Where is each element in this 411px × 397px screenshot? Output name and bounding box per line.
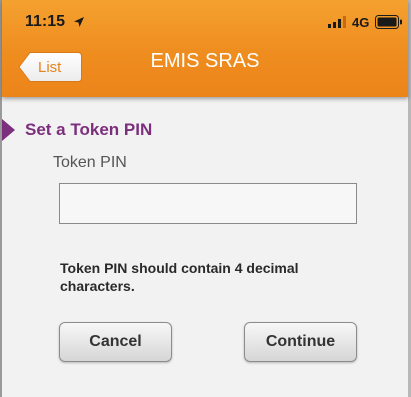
pin-hint-text: Token PIN should contain 4 decimal chara…	[60, 260, 299, 294]
page-title: EMIS SRAS	[150, 50, 260, 72]
battery-icon	[375, 15, 402, 29]
cancel-button[interactable]: Cancel	[59, 322, 172, 362]
location-arrow-icon	[74, 17, 84, 27]
token-pin-label: Token PIN	[53, 154, 127, 171]
network-type: 4G	[352, 15, 370, 30]
section-title: Set a Token PIN	[25, 120, 153, 139]
token-pin-input[interactable]	[59, 183, 357, 224]
section-marker-icon	[2, 119, 15, 141]
navigation-bar: 11:15 4G List EMIS SRAS	[2, 0, 408, 97]
signal-bars-icon	[328, 16, 346, 28]
status-time: 11:15	[25, 13, 66, 30]
continue-button[interactable]: Continue	[244, 322, 357, 362]
status-bar: 11:15 4G	[2, 12, 408, 34]
